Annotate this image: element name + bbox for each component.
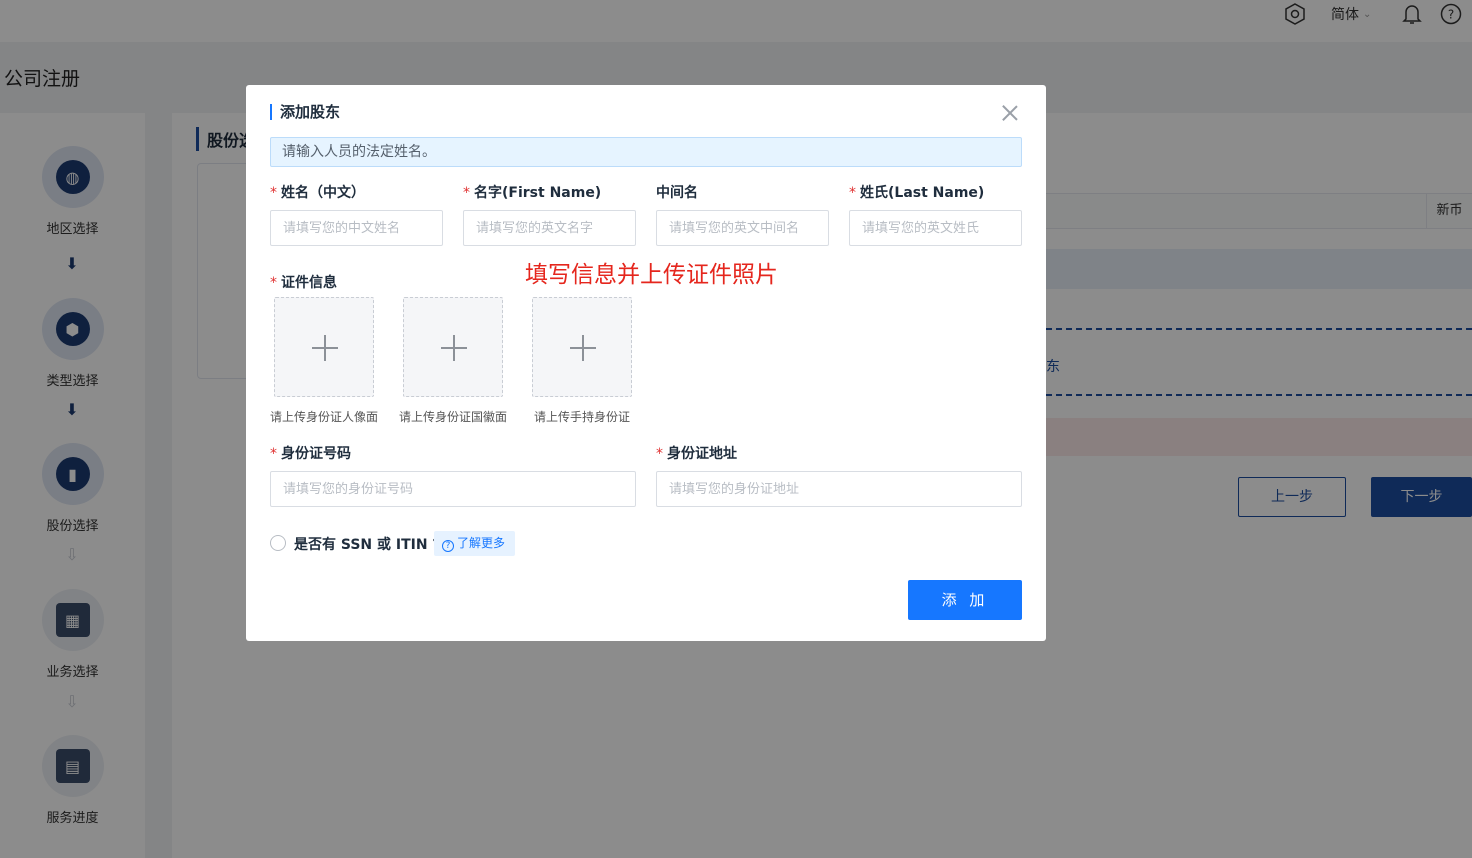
learn-more-link[interactable]: ? 了解更多 (434, 531, 515, 556)
upload-id-handheld[interactable] (532, 297, 632, 397)
ssn-radio[interactable] (270, 535, 286, 551)
middle-name-input[interactable] (656, 210, 829, 246)
upload-caption: 请上传手持身份证 (534, 410, 631, 424)
plus-icon-v (324, 335, 326, 361)
question-circle-icon: ? (442, 540, 454, 552)
first-name-label: * 名字(First Name) (463, 185, 602, 201)
middle-name-label: 中间名 (656, 185, 698, 201)
learn-more-text: 了解更多 (457, 536, 506, 550)
upload-id-front[interactable] (274, 297, 374, 397)
upload-id-back[interactable] (403, 297, 503, 397)
id-address-label: * 身份证地址 (656, 446, 737, 462)
info-alert: 请输入人员的法定姓名。 (270, 137, 1022, 167)
first-name-input[interactable] (463, 210, 636, 246)
chinese-name-label: * 姓名（中文） (270, 185, 365, 201)
ssn-question: 是否有 SSN 或 ITIN ? (294, 537, 441, 553)
modal-title: 添加股东 (270, 104, 340, 120)
upload-caption: 请上传身份证人像面 (270, 410, 379, 424)
id-number-input[interactable] (270, 471, 636, 507)
last-name-label: * 姓氏(Last Name) (849, 185, 985, 201)
plus-icon-v (582, 335, 584, 361)
add-shareholder-modal: 添加股东 请输入人员的法定姓名。 * 姓名（中文） * 名字(First Name)… (246, 85, 1046, 641)
plus-icon-v (453, 335, 455, 361)
close-icon[interactable] (999, 102, 1021, 124)
upload-caption: 请上传身份证国徽面 (399, 410, 508, 424)
annotation-text: 填写信息并上传证件照片 (525, 262, 778, 288)
id-address-input[interactable] (656, 471, 1022, 507)
add-button[interactable]: 添 加 (908, 580, 1022, 620)
chinese-name-input[interactable] (270, 210, 443, 246)
id-number-label: * 身份证号码 (270, 446, 351, 462)
last-name-input[interactable] (849, 210, 1022, 246)
id-info-label: * 证件信息 (270, 275, 337, 291)
